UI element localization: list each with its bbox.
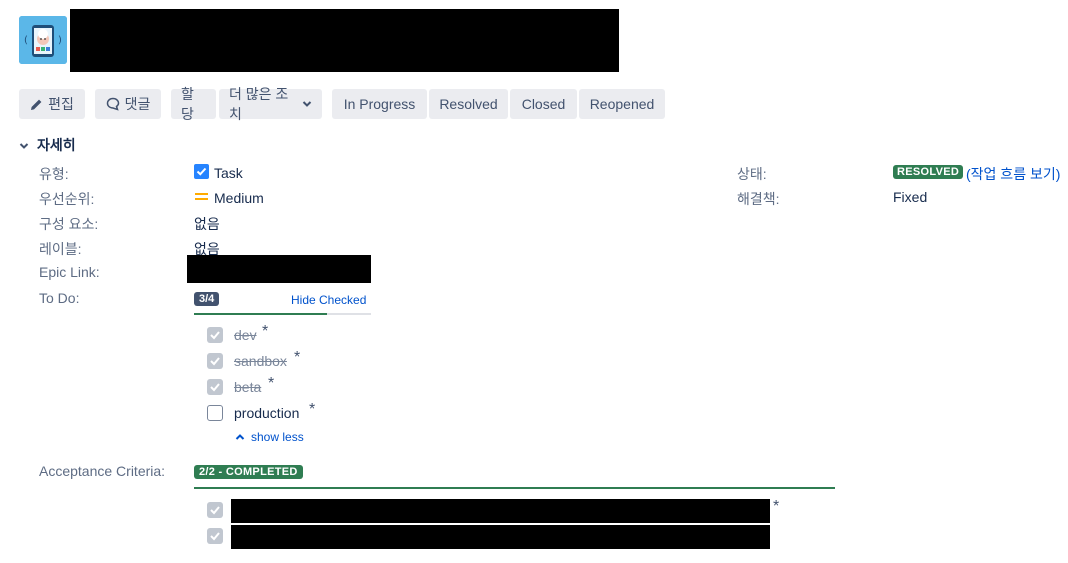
transition-in-progress-button[interactable]: In Progress xyxy=(332,89,427,119)
acceptance-status-badge: 2/2 - COMPLETED xyxy=(194,465,303,479)
comment-icon xyxy=(106,97,120,111)
todo-checkbox[interactable] xyxy=(207,379,223,395)
hide-checked-link[interactable]: Hide Checked xyxy=(291,293,366,307)
chevron-down-icon xyxy=(302,100,312,108)
priority-medium-icon xyxy=(194,189,209,207)
comment-label: 댓글 xyxy=(124,96,151,112)
status-badge: RESOLVED xyxy=(893,165,964,179)
pencil-icon xyxy=(30,98,43,111)
show-less-label: show less xyxy=(251,430,304,444)
issue-title-redacted xyxy=(70,9,619,72)
priority-value: Medium xyxy=(194,189,264,207)
epic-link-redacted[interactable] xyxy=(187,255,371,283)
mandatory-star: * xyxy=(268,375,275,392)
todo-progress-fill xyxy=(194,313,327,315)
details-section-toggle[interactable]: 자세히 xyxy=(19,135,76,155)
section-title: 자세히 xyxy=(37,137,76,153)
todo-checkbox[interactable] xyxy=(207,327,223,343)
transition-label: Resolved xyxy=(439,96,498,112)
more-actions-label: 더 많은 조치 xyxy=(229,86,289,122)
component-label: 구성 요소: xyxy=(39,216,99,232)
transition-closed-button[interactable]: Closed xyxy=(510,89,577,119)
assign-label: 할당 xyxy=(181,86,194,122)
todo-checkbox[interactable] xyxy=(207,405,223,421)
assign-button[interactable]: 할당 xyxy=(171,86,216,122)
acceptance-checkbox[interactable] xyxy=(207,528,223,544)
component-value: 없음 xyxy=(194,216,220,232)
todo-label: To Do: xyxy=(39,290,80,306)
acceptance-item-redacted xyxy=(231,499,770,523)
epic-link-label: Epic Link: xyxy=(39,264,100,280)
type-value: Task xyxy=(194,164,243,182)
chevron-down-icon xyxy=(19,137,29,153)
transition-reopened-button[interactable]: Reopened xyxy=(579,89,665,119)
todo-checkbox[interactable] xyxy=(207,353,223,369)
edit-label: 편집 xyxy=(48,96,74,112)
acceptance-progress-bar xyxy=(194,487,835,489)
svg-text:(: ( xyxy=(24,35,28,46)
todo-progress-count: 3/4 xyxy=(194,292,220,306)
edit-button[interactable]: 편집 xyxy=(19,89,85,119)
resolution-label: 해결책: xyxy=(737,191,780,207)
priority-label: 우선순위: xyxy=(39,191,95,207)
mandatory-star: * xyxy=(773,498,780,515)
todo-item-text: beta xyxy=(234,379,262,395)
acceptance-criteria-label: Acceptance Criteria: xyxy=(39,463,166,479)
more-actions-button[interactable]: 더 많은 조치 xyxy=(219,86,322,122)
status-label: 상태: xyxy=(737,166,767,182)
transition-label: Closed xyxy=(521,96,566,112)
todo-item-text: dev xyxy=(234,327,257,343)
resolution-value: Fixed xyxy=(893,189,928,205)
transition-label: Reopened xyxy=(589,96,655,112)
todo-item-text: production xyxy=(234,405,300,421)
acceptance-checkbox[interactable] xyxy=(207,502,223,518)
project-avatar[interactable]: ( ) xyxy=(19,16,67,64)
transition-label: In Progress xyxy=(343,96,416,112)
mandatory-star: * xyxy=(294,349,301,366)
comment-button[interactable]: 댓글 xyxy=(95,89,161,119)
mandatory-star: * xyxy=(262,323,269,340)
priority-text: Medium xyxy=(214,190,264,206)
view-workflow-link[interactable]: (작업 흐름 보기) xyxy=(966,164,1060,184)
show-less-link[interactable]: show less xyxy=(235,430,304,444)
mandatory-star: * xyxy=(309,401,316,418)
todo-item-text: sandbox xyxy=(234,353,287,369)
type-text: Task xyxy=(214,165,243,181)
svg-text:): ) xyxy=(58,35,62,46)
transition-resolved-button[interactable]: Resolved xyxy=(429,89,508,119)
task-type-icon xyxy=(194,164,209,182)
acceptance-item-redacted xyxy=(231,525,770,549)
chevron-up-icon xyxy=(235,430,245,444)
labels-label: 레이블: xyxy=(39,241,82,257)
type-label: 유형: xyxy=(39,166,69,182)
